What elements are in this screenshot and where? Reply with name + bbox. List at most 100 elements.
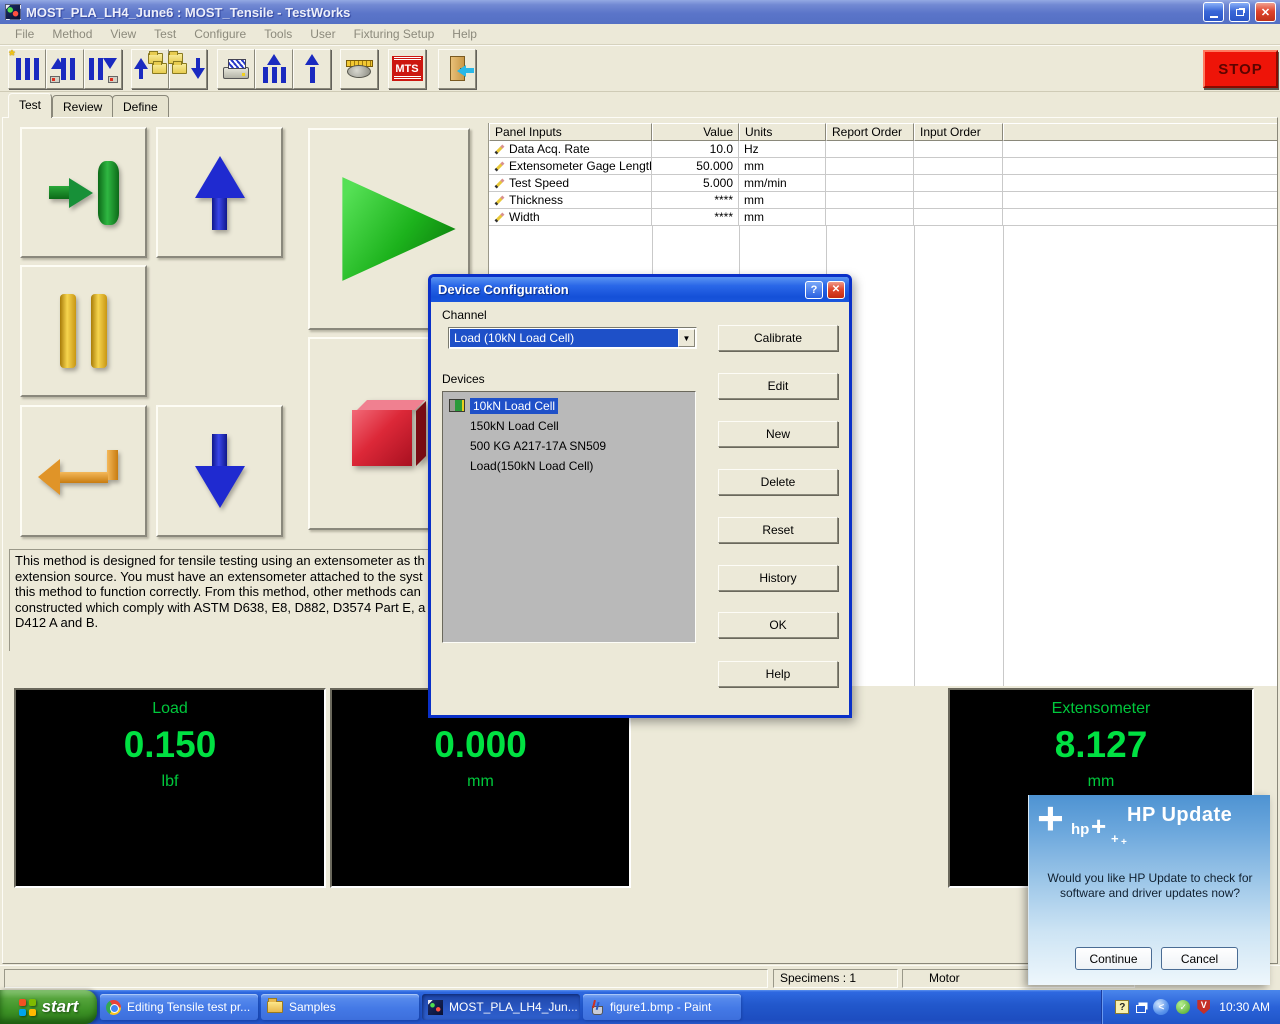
taskbar-item-testworks[interactable]: MOST_PLA_LH4_Jun... [422, 994, 580, 1020]
update-badge-icon[interactable]: ✓ [1176, 1000, 1190, 1014]
pause-button[interactable] [20, 265, 147, 397]
tab-define[interactable]: Define [112, 95, 169, 118]
input-units: mm [744, 193, 764, 207]
table-row[interactable]: Extensometer Gage Length 50.000 mm [489, 158, 1278, 175]
window-tray-icon[interactable] [1136, 1005, 1146, 1013]
menu-help[interactable]: Help [443, 25, 486, 43]
device-name: 150kN Load Cell [470, 419, 559, 433]
header-filler [1003, 123, 1278, 141]
input-name: Test Speed [509, 176, 569, 190]
device-list-item[interactable]: 10kN Load Cell [443, 396, 695, 416]
input-units-cell: mm [739, 192, 826, 209]
windows-flag-icon [19, 999, 36, 1016]
device-list-item[interactable]: 150kN Load Cell [443, 416, 695, 436]
mts-button[interactable]: MTS [388, 49, 426, 89]
jog-up-button[interactable] [156, 127, 283, 258]
tab-test[interactable]: Test [8, 93, 52, 118]
menu-configure[interactable]: Configure [185, 25, 255, 43]
specimen-button[interactable] [293, 49, 331, 89]
antivirus-shield-icon[interactable]: V [1197, 1000, 1210, 1014]
stop-button[interactable]: STOP [1203, 50, 1278, 88]
new-method-button[interactable]: * [8, 49, 46, 89]
flag-quadrant [29, 999, 36, 1006]
specimen-group-button[interactable] [255, 49, 293, 89]
exit-button[interactable] [438, 49, 476, 89]
new-button[interactable]: New [718, 421, 838, 447]
table-row[interactable]: Width **** mm [489, 209, 1278, 226]
header-panel-inputs[interactable]: Panel Inputs [489, 123, 652, 141]
history-button[interactable]: History [718, 565, 838, 591]
jog-to-limit-button[interactable] [20, 127, 147, 258]
stop-cube-icon [352, 400, 426, 468]
open-method-button[interactable] [46, 49, 84, 89]
table-row[interactable]: Test Speed 5.000 mm/min [489, 175, 1278, 192]
ok-button[interactable]: OK [718, 612, 838, 638]
edit-button[interactable]: Edit [718, 373, 838, 399]
arrow-stem [196, 58, 200, 68]
hp-dialog-title: HP Update [1127, 804, 1232, 827]
input-name-cell: Data Acq. Rate [489, 141, 652, 158]
menu-method[interactable]: Method [43, 25, 101, 43]
input-value: **** [714, 193, 733, 207]
table-row[interactable]: Data Acq. Rate 10.0 Hz [489, 141, 1278, 158]
device-list-item[interactable]: 500 KG A217-17A SN509 [443, 436, 695, 456]
open-sample-button[interactable] [131, 49, 169, 89]
system-tray: ? < ✓ V 10:30 AM [1101, 990, 1280, 1024]
taskbar: start Editing Tensile test pr... Samples… [0, 990, 1280, 1024]
report-order-cell [826, 192, 914, 209]
header-units[interactable]: Units [739, 123, 826, 141]
menu-view[interactable]: View [101, 25, 145, 43]
continue-button[interactable]: Continue [1075, 947, 1152, 970]
devices-listbox[interactable]: 10kN Load Cell 150kN Load Cell 500 KG A2… [442, 391, 696, 643]
minimize-button[interactable] [1203, 2, 1224, 22]
header-value[interactable]: Value [652, 123, 739, 141]
channel-dropdown[interactable]: Load (10kN Load Cell) ▼ [448, 327, 697, 349]
tab-review[interactable]: Review [52, 95, 113, 118]
device-list-item[interactable]: Load(150kN Load Cell) [443, 456, 695, 476]
start-button[interactable]: start [0, 990, 97, 1024]
dialog-help-button[interactable]: ? [805, 281, 823, 299]
save-method-button[interactable] [84, 49, 122, 89]
save-sample-icon [191, 58, 205, 79]
restore-button[interactable] [1229, 2, 1250, 22]
return-button[interactable] [20, 405, 147, 537]
taskbar-item-browser[interactable]: Editing Tensile test pr... [100, 994, 258, 1020]
help-tray-icon[interactable]: ? [1115, 1000, 1129, 1014]
table-row[interactable]: Thickness **** mm [489, 192, 1278, 209]
app-icon [5, 4, 21, 20]
mts-logo-icon: MTS [392, 56, 423, 81]
taskbar-item-samples[interactable]: Samples [261, 994, 419, 1020]
cube-front-face [352, 410, 412, 466]
header-input-order[interactable]: Input Order [914, 123, 1003, 141]
input-name-cell: Width [489, 209, 652, 226]
help-button[interactable]: Help [718, 661, 838, 687]
cancel-button[interactable]: Cancel [1161, 947, 1238, 970]
gauge-length-button[interactable] [340, 49, 378, 89]
close-button[interactable]: ✕ [1255, 2, 1276, 22]
sample-box-icon [108, 76, 118, 83]
delete-button[interactable]: Delete [718, 469, 838, 495]
menu-test[interactable]: Test [145, 25, 185, 43]
arrow-head [195, 156, 245, 198]
taskbar-item-paint[interactable]: figure1.bmp - Paint [583, 994, 741, 1020]
hide-icons-chevron[interactable]: < [1153, 999, 1169, 1015]
display-unit: lbf [162, 773, 179, 791]
report-order-cell [826, 158, 914, 175]
input-name-cell: Test Speed [489, 175, 652, 192]
jog-down-button[interactable] [156, 405, 283, 537]
input-name-cell: Extensometer Gage Length [489, 158, 652, 175]
menu-fixturing-setup[interactable]: Fixturing Setup [345, 25, 444, 43]
input-units: mm [744, 210, 764, 224]
header-report-order[interactable]: Report Order [826, 123, 914, 141]
reset-button[interactable]: Reset [718, 517, 838, 543]
dialog-close-button[interactable]: ✕ [827, 281, 845, 299]
dropdown-button[interactable]: ▼ [678, 329, 695, 347]
save-sample-button[interactable] [169, 49, 207, 89]
menu-file[interactable]: File [6, 25, 43, 43]
menu-user[interactable]: User [301, 25, 344, 43]
print-button[interactable] [217, 49, 255, 89]
input-value: 10.0 [710, 142, 733, 156]
calibrate-button[interactable]: Calibrate [718, 325, 838, 351]
start-label: start [42, 997, 79, 1017]
menu-tools[interactable]: Tools [255, 25, 301, 43]
